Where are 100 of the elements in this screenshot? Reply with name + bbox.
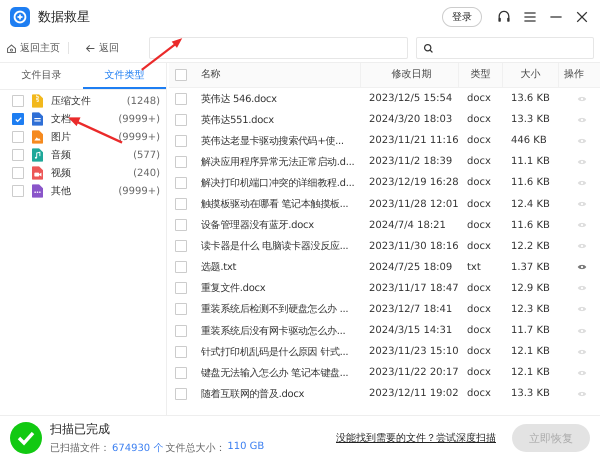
scanned-label: 已扫描文件：: [50, 442, 110, 455]
file-size: 11.6 KB: [511, 220, 551, 231]
checkbox[interactable]: [12, 185, 24, 197]
column-header: 修改日期: [361, 63, 459, 87]
checkbox[interactable]: [12, 95, 24, 107]
file-size: 12.4 KB: [511, 198, 551, 210]
file-size: 11.7 KB: [511, 325, 551, 336]
modified-date: 2024/7/25 18:09: [368, 262, 454, 273]
category-label[interactable]: 视频: [51, 166, 126, 180]
checkbox[interactable]: [12, 149, 24, 161]
category-count: (9999+): [118, 114, 160, 124]
file-type: docx: [467, 135, 492, 146]
category-count: (240): [133, 168, 160, 178]
row-checkbox[interactable]: [175, 346, 187, 358]
tab[interactable]: 文件类型: [83, 63, 166, 89]
file-name: 随着互联网的普及.docx: [200, 388, 306, 401]
category-label[interactable]: 音频: [51, 148, 126, 162]
column-header: 大小: [503, 63, 559, 87]
file-type: docx: [467, 177, 492, 188]
row-checkbox[interactable]: [175, 261, 187, 274]
category-count: (577): [133, 150, 160, 160]
category-label[interactable]: 压缩文件: [51, 94, 119, 108]
path-field[interactable]: [149, 37, 408, 59]
file-type: docx: [467, 114, 492, 126]
row-checkbox[interactable]: [175, 198, 187, 210]
file-name: 读卡器是什么 电脑读卡器没反应...: [200, 240, 350, 254]
column-header: 操作: [563, 68, 585, 82]
home-icon: [6, 42, 17, 54]
checkbox[interactable]: [12, 113, 24, 125]
row-checkbox[interactable]: [175, 303, 187, 316]
file-type: docx: [467, 388, 492, 400]
modified-date: 2024/7/4 18:21: [368, 220, 447, 231]
file-name: 重装系统后检测不到硬盘怎么办 ...: [200, 302, 350, 316]
file-type: txt: [467, 262, 482, 273]
file-size: 446 KB: [511, 135, 548, 146]
modified-date: 2023/11/22 20:17: [368, 367, 460, 378]
select-all-checkbox[interactable]: [175, 69, 187, 81]
checkbox[interactable]: [12, 167, 24, 179]
status-text: 扫描已完成: [50, 421, 111, 438]
row-checkbox[interactable]: [175, 366, 187, 379]
size-label: 文件总大小：: [165, 442, 226, 455]
modified-date: 2023/12/19 16:28: [368, 177, 460, 188]
headset-icon[interactable]: [496, 9, 512, 25]
back-arrow-icon: [85, 42, 96, 54]
row-checkbox[interactable]: [175, 114, 187, 126]
file-type: docx: [467, 282, 492, 294]
category-label[interactable]: 图片: [51, 130, 110, 144]
modified-date: 2023/12/5 15:54: [368, 93, 454, 104]
modified-date: 2023/12/11 19:02: [368, 388, 460, 400]
back-button[interactable]: 返回: [85, 41, 119, 55]
file-name: 解决应用程序异常无法正常启动.d...: [200, 156, 356, 169]
file-name: 重复文件.docx: [200, 282, 266, 296]
row-checkbox[interactable]: [175, 176, 187, 189]
file-name: 键盘无法输入怎么办 笔记本键盘...: [200, 366, 350, 380]
file-type: docx: [467, 93, 492, 104]
row-checkbox[interactable]: [175, 156, 187, 168]
file-name: 英伟达551.docx: [200, 114, 275, 127]
home-button[interactable]: 返回主页: [6, 41, 60, 55]
file-type: docx: [467, 304, 492, 315]
file-type: docx: [467, 240, 492, 252]
close-icon[interactable]: [574, 9, 590, 25]
modified-date: 2023/11/28 12:01: [368, 198, 460, 210]
file-size: 12.9 KB: [511, 282, 551, 294]
scanned-count: 674930 个: [112, 442, 164, 455]
modified-date: 2023/11/23 15:10: [368, 346, 460, 358]
checkbox[interactable]: [12, 131, 24, 143]
row-checkbox[interactable]: [175, 240, 187, 252]
row-checkbox[interactable]: [175, 134, 187, 147]
file-type: docx: [467, 198, 492, 210]
category-count: (9999+): [118, 186, 160, 196]
file-size: 1.37 KB: [511, 262, 551, 273]
tab[interactable]: 文件目录: [0, 63, 83, 89]
file-type: docx: [467, 346, 492, 358]
size-value: 110 GB: [227, 441, 264, 454]
deep-scan-link[interactable]: 没能找到需要的文件？尝试深度扫描: [336, 431, 496, 445]
row-checkbox[interactable]: [175, 324, 187, 337]
modified-date: 2023/11/21 11:16: [368, 135, 460, 146]
search-icon: [423, 42, 434, 54]
modified-date: 2024/3/15 14:31: [368, 325, 454, 336]
file-type: docx: [467, 325, 492, 336]
file-size: 12.1 KB: [511, 346, 551, 358]
row-checkbox[interactable]: [175, 282, 187, 294]
file-name: 英伟达 546.docx: [200, 92, 278, 106]
file-type: docx: [467, 156, 492, 168]
file-name: 重装系统后没有网卡驱动怎么办...: [200, 324, 346, 338]
file-type: docx: [467, 367, 492, 378]
row-checkbox[interactable]: [175, 92, 187, 105]
search-field[interactable]: [416, 37, 594, 59]
modified-date: 2023/11/17 18:47: [368, 282, 460, 294]
file-name: 设备管理器没有蓝牙.docx: [200, 218, 315, 232]
category-label[interactable]: 其他: [51, 184, 110, 198]
row-checkbox[interactable]: [175, 388, 187, 400]
row-checkbox[interactable]: [175, 219, 187, 232]
file-size: 12.2 KB: [511, 240, 551, 252]
annotation-arrow: [140, 36, 184, 72]
modified-date: 2024/3/20 18:03: [368, 114, 454, 126]
login-button[interactable]: 登录: [442, 7, 482, 27]
check-icon: [14, 114, 22, 124]
file-name: 解决打印机端口冲突的详细教程.d...: [200, 176, 356, 190]
preview-eye-icon[interactable]: [577, 263, 587, 272]
